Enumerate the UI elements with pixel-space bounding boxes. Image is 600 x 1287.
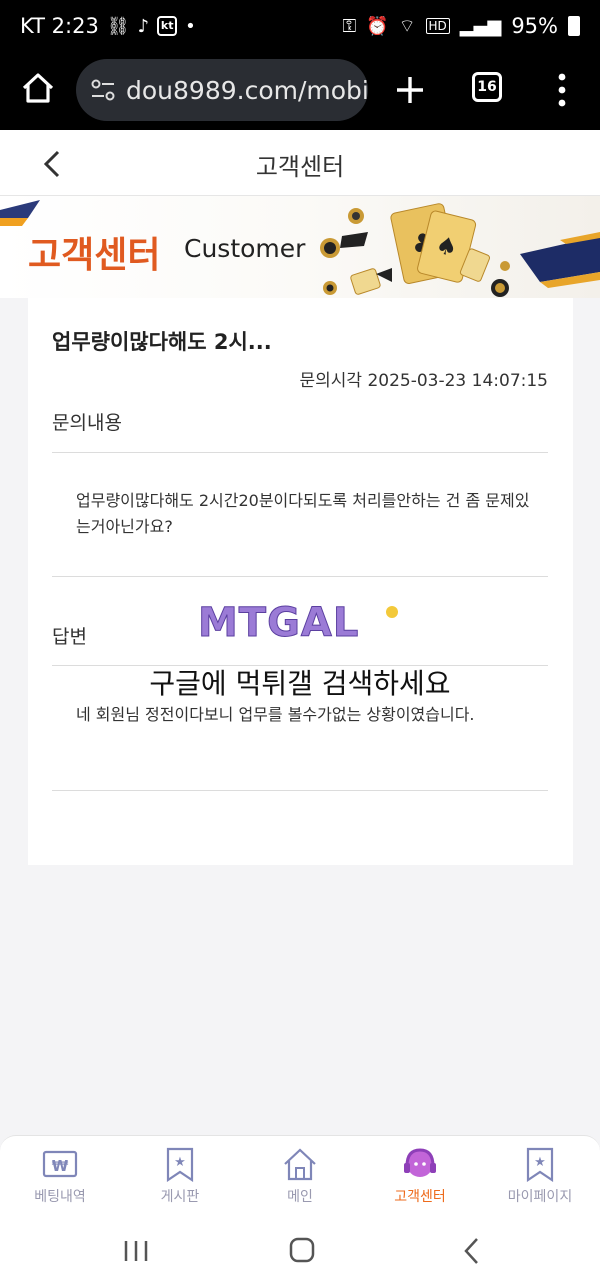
key-icon: ⚿ (342, 15, 357, 37)
browser-home-icon[interactable] (18, 68, 58, 108)
nav-customer-center[interactable]: 고객센터 (360, 1136, 480, 1216)
more-menu-icon[interactable] (550, 68, 574, 112)
home-icon (284, 1148, 316, 1181)
nav-label: 고객센터 (394, 1189, 446, 1205)
page-title: 고객센터 (255, 153, 345, 181)
status-left: KT 2:23 ⛓ ♪ kt • (20, 14, 196, 38)
battery-percent: 95% (511, 14, 558, 38)
content-label: 문의내용 (52, 412, 122, 434)
svg-text:★: ★ (534, 1155, 546, 1170)
bottom-nav: ₩ 베팅내역 ★ 게시판 메인 고객센터 ★ 마이페이지 (0, 1135, 600, 1215)
system-nav-bar (0, 1215, 600, 1287)
banner-title: 고객센터 (28, 235, 161, 276)
hd-icon: HD (425, 18, 450, 34)
bookmark-star-icon: ★ (166, 1147, 194, 1182)
bookmark-star-icon: ★ (526, 1147, 554, 1182)
url-text[interactable]: dou8989.com/mobile (126, 76, 368, 105)
battery-icon (568, 16, 580, 36)
svg-text:₩: ₩ (52, 1157, 69, 1175)
divider (52, 452, 548, 453)
customer-banner: ♣ ♠ 고객센터 Customer (0, 196, 600, 298)
new-tab-icon[interactable] (390, 70, 430, 110)
mtgal-watermark-logo: MTGAL (198, 600, 398, 644)
divider (52, 790, 548, 791)
wifi-icon: ⌔ (398, 15, 416, 37)
signal-icon: ▂▄▆ (459, 15, 502, 37)
banner-subtitle: Customer (184, 234, 306, 263)
kt-app-icon: kt (157, 16, 178, 36)
recents-icon[interactable] (116, 1233, 156, 1269)
home-button-icon[interactable] (282, 1233, 322, 1269)
answer-label: 답변 (52, 626, 87, 648)
nav-board[interactable]: ★ 게시판 (120, 1136, 240, 1216)
nav-label: 베팅내역 (34, 1189, 86, 1205)
inquiry-title: 업무량이많다해도 2시... (52, 330, 272, 354)
divider (52, 576, 548, 577)
link-icon: ⛓ (106, 15, 130, 37)
ticket-won-icon: ₩ (42, 1150, 78, 1178)
alarm-icon: ⏰ (366, 15, 389, 37)
nav-label: 메인 (287, 1189, 313, 1205)
nav-main[interactable]: 메인 (240, 1136, 360, 1216)
inquiry-time: 문의시각 2025-03-23 14:07:15 (299, 371, 548, 391)
system-back-icon[interactable] (452, 1233, 492, 1269)
nav-bet-history[interactable]: ₩ 베팅내역 (0, 1136, 120, 1216)
headset-icon (404, 1148, 436, 1177)
status-right: ⚿ ⏰ ⌔ HD ▂▄▆ 95% (342, 14, 580, 38)
nav-label: 마이페이지 (507, 1189, 573, 1205)
svg-text:★: ★ (174, 1155, 186, 1170)
inquiry-card: 업무량이많다해도 2시... 문의시각 2025-03-23 14:07:15 … (28, 298, 573, 865)
page-header: 고객센터 (0, 130, 600, 196)
browser-toolbar: dou8989.com/mobile 16 (0, 56, 600, 130)
dot-icon: • (185, 15, 196, 37)
site-settings-icon[interactable] (88, 75, 118, 105)
inquiry-content: 업무량이많다해도 2시간20분이다되도록 처리를안하는 건 좀 문제있는거아닌가… (76, 491, 530, 536)
tiktok-icon: ♪ (137, 15, 150, 37)
url-bar[interactable]: dou8989.com/mobile (76, 59, 368, 121)
status-bar: KT 2:23 ⛓ ♪ kt • ⚿ ⏰ ⌔ HD ▂▄▆ 95% (0, 0, 600, 56)
answer-content: 네 회원님 정전이다보니 업무를 볼수가없는 상황이였습니다. (76, 705, 475, 724)
watermark-text: 구글에 먹튀갤 검색하세요 (149, 667, 451, 700)
nav-label: 게시판 (160, 1189, 200, 1205)
tab-switcher-button[interactable]: 16 (472, 72, 502, 102)
nav-mypage[interactable]: ★ 마이페이지 (480, 1136, 600, 1216)
logo-text: MTGAL (198, 600, 359, 644)
carrier-time: KT 2:23 (20, 14, 99, 38)
